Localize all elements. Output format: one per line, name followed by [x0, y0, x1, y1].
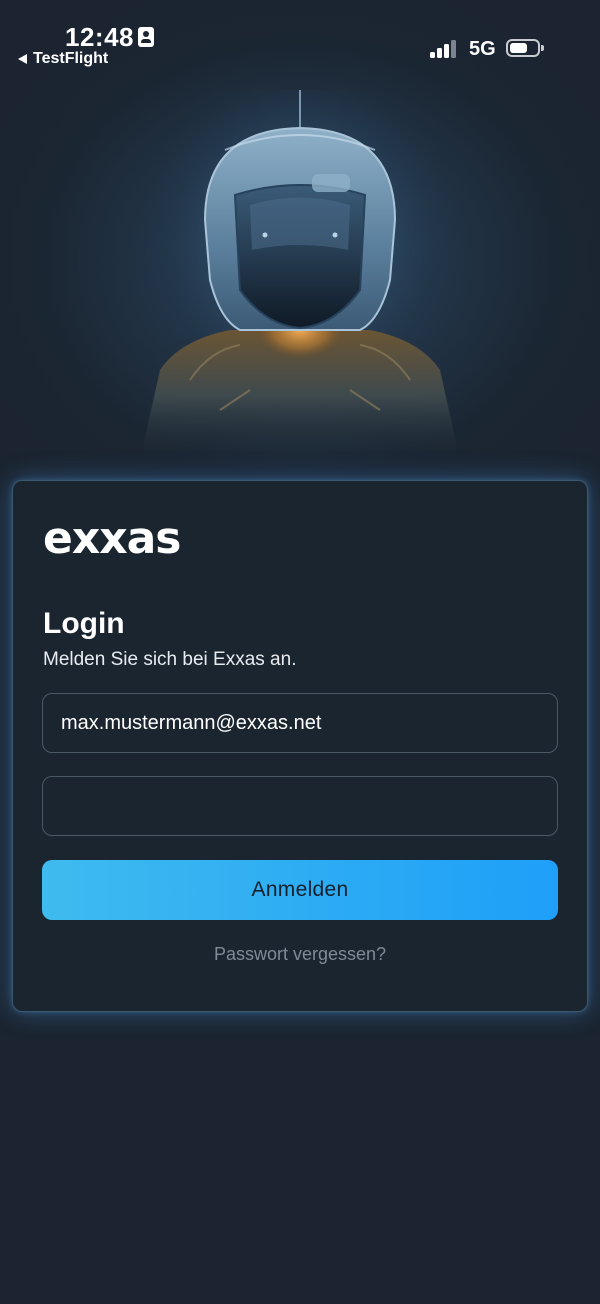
login-screen: 12:48 TestFlight 5G exxas Login Melden S…	[0, 0, 600, 1304]
login-title: Login	[43, 607, 125, 640]
login-card: exxas Login Melden Sie sich bei Exxas an…	[12, 480, 588, 1012]
status-time: 12:48	[65, 22, 134, 52]
email-field[interactable]	[42, 693, 558, 753]
visor-reflection	[250, 197, 350, 250]
battery-icon	[506, 39, 544, 57]
signal-bar	[444, 44, 449, 58]
signal-bar	[451, 40, 456, 58]
signal-bar	[430, 52, 435, 58]
helmet-lamp	[312, 174, 350, 192]
battery-fill	[510, 43, 527, 53]
visor-light-right	[332, 232, 338, 238]
back-app-label: TestFlight	[33, 50, 109, 67]
network-type: 5G	[469, 38, 496, 60]
signal-bar	[437, 48, 442, 58]
status-bar: 12:48 TestFlight 5G	[0, 0, 600, 80]
brand-logo: exxas	[43, 513, 181, 564]
visor-light-left	[262, 232, 268, 238]
back-caret-icon	[18, 54, 27, 64]
password-field[interactable]	[42, 776, 558, 836]
forgot-password-link[interactable]: Passwort vergessen?	[13, 944, 587, 965]
battery-nub	[541, 45, 544, 51]
login-button[interactable]: Anmelden	[42, 860, 558, 920]
back-to-app-link[interactable]: TestFlight	[18, 50, 108, 68]
astronaut-illustration	[125, 90, 475, 460]
signal-icon	[430, 40, 460, 58]
contact-card-icon	[138, 27, 154, 47]
login-subtitle: Melden Sie sich bei Exxas an.	[43, 649, 297, 670]
